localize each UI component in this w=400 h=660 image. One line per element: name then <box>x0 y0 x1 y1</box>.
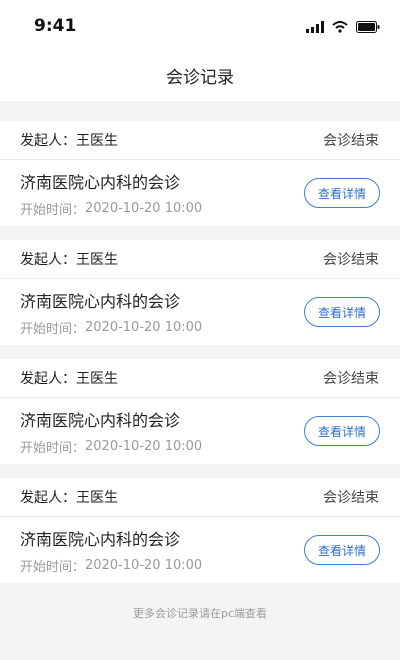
status-badge: 会诊结束 <box>323 490 379 506</box>
status-badge: 会诊结束 <box>323 133 379 149</box>
record-header: 发起人： 王医生 会诊结束 <box>0 240 400 279</box>
battery-icon <box>356 18 380 37</box>
status-badge: 会诊结束 <box>323 371 379 387</box>
record-body: 济南医院心内科的会诊 开始时间： 2020-10-20 10:00 查看详情 <box>0 517 400 583</box>
start-time: 开始时间： 2020-10-20 10:00 <box>20 437 202 456</box>
record-info: 济南医院心内科的会诊 开始时间： 2020-10-20 10:00 <box>20 526 202 575</box>
record-header: 发起人： 王医生 会诊结束 <box>0 359 400 398</box>
initiator-name: 王医生 <box>76 133 118 149</box>
view-details-button[interactable]: 查看详情 <box>304 535 380 565</box>
consultation-list: 发起人： 王医生 会诊结束 济南医院心内科的会诊 开始时间： 2020-10-2… <box>0 121 400 583</box>
initiator: 发起人： 王医生 <box>20 368 118 388</box>
initiator-name: 王医生 <box>76 252 118 268</box>
start-time: 开始时间： 2020-10-20 10:00 <box>20 199 202 218</box>
initiator: 发起人： 王医生 <box>20 487 118 507</box>
view-details-button[interactable]: 查看详情 <box>304 178 380 208</box>
initiator: 发起人： 王医生 <box>20 249 118 269</box>
nav-bar: 会诊记录 <box>0 48 400 103</box>
status-badge: 会诊结束 <box>323 252 379 268</box>
start-time-value: 2020-10-20 10:00 <box>85 557 203 573</box>
initiator-name: 王医生 <box>76 490 118 506</box>
consultation-title: 济南医院心内科的会诊 <box>20 291 181 311</box>
record-header: 发起人： 王医生 会诊结束 <box>0 478 400 517</box>
record-card: 发起人： 王医生 会诊结束 济南医院心内科的会诊 开始时间： 2020-10-2… <box>0 240 400 345</box>
status-time: 9:41 <box>34 16 77 36</box>
record-header: 发起人： 王医生 会诊结束 <box>0 121 400 160</box>
start-time: 开始时间： 2020-10-20 10:00 <box>20 318 202 337</box>
start-time-label: 开始时间： <box>20 440 86 456</box>
record-card: 发起人： 王医生 会诊结束 济南医院心内科的会诊 开始时间： 2020-10-2… <box>0 121 400 226</box>
consultation-title: 济南医院心内科的会诊 <box>20 529 181 549</box>
record-card: 发起人： 王医生 会诊结束 济南医院心内科的会诊 开始时间： 2020-10-2… <box>0 359 400 464</box>
initiator-label: 发起人： <box>20 133 76 149</box>
initiator-label: 发起人： <box>20 252 76 268</box>
page-title: 会诊记录 <box>166 67 234 88</box>
initiator-label: 发起人： <box>20 371 76 387</box>
status-bar: 9:41 <box>0 0 400 48</box>
consultation-title: 济南医院心内科的会诊 <box>20 410 181 430</box>
record-info: 济南医院心内科的会诊 开始时间： 2020-10-20 10:00 <box>20 169 202 218</box>
status-icons <box>306 18 380 37</box>
start-time-label: 开始时间： <box>20 202 86 218</box>
record-body: 济南医院心内科的会诊 开始时间： 2020-10-20 10:00 查看详情 <box>0 279 400 345</box>
app-screen: 9:41 会诊记录 发起人： 王医生 会诊结束 济南医院心内科的会诊 开始时间：… <box>0 0 400 660</box>
initiator: 发起人： 王医生 <box>20 130 118 150</box>
initiator-name: 王医生 <box>76 371 118 387</box>
start-time-value: 2020-10-20 10:00 <box>85 438 203 454</box>
record-info: 济南医院心内科的会诊 开始时间： 2020-10-20 10:00 <box>20 407 202 456</box>
consultation-title: 济南医院心内科的会诊 <box>20 172 181 192</box>
cellular-signal-icon <box>306 18 324 37</box>
footer-note: 更多会诊记录请在pc端查看 <box>132 607 268 620</box>
initiator-label: 发起人： <box>20 490 76 506</box>
start-time-value: 2020-10-20 10:00 <box>85 319 203 335</box>
start-time-label: 开始时间： <box>20 321 86 337</box>
wifi-icon <box>332 18 348 37</box>
start-time-label: 开始时间： <box>20 559 86 575</box>
record-info: 济南医院心内科的会诊 开始时间： 2020-10-20 10:00 <box>20 288 202 337</box>
record-body: 济南医院心内科的会诊 开始时间： 2020-10-20 10:00 查看详情 <box>0 160 400 226</box>
start-time: 开始时间： 2020-10-20 10:00 <box>20 556 202 575</box>
record-body: 济南医院心内科的会诊 开始时间： 2020-10-20 10:00 查看详情 <box>0 398 400 464</box>
view-details-button[interactable]: 查看详情 <box>304 416 380 446</box>
start-time-value: 2020-10-20 10:00 <box>85 200 203 216</box>
view-details-button[interactable]: 查看详情 <box>304 297 380 327</box>
record-card: 发起人： 王医生 会诊结束 济南医院心内科的会诊 开始时间： 2020-10-2… <box>0 478 400 583</box>
